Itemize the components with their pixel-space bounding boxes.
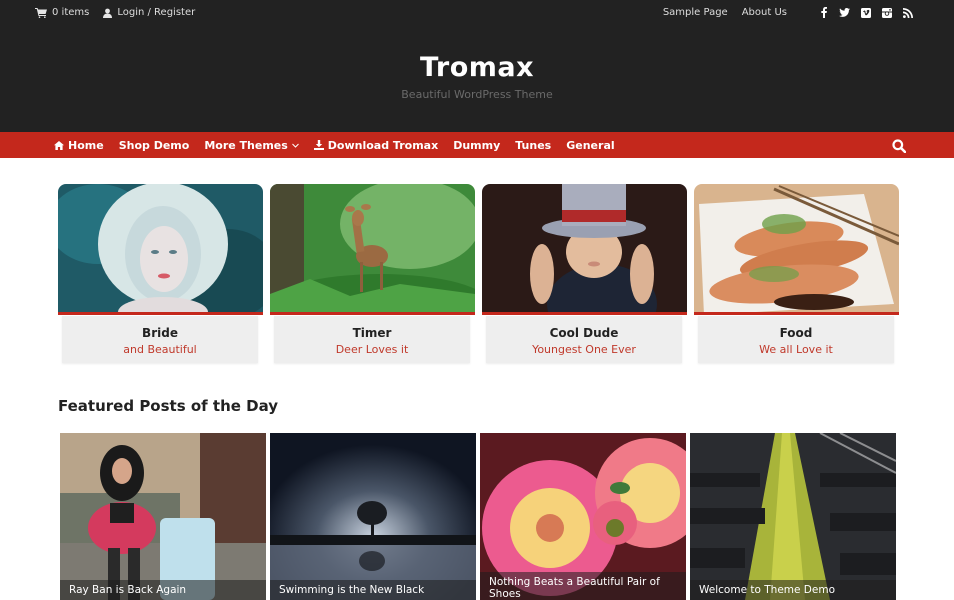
- feature-card-title[interactable]: Bride: [62, 326, 258, 340]
- chevron-down-icon: [291, 143, 299, 148]
- featured-post-image: [60, 433, 266, 600]
- nav-item-tunes[interactable]: Tunes: [515, 139, 551, 152]
- featured-post-title[interactable]: Swimming is the New Black: [279, 584, 467, 596]
- featured-post[interactable]: Nothing Beats a Beautiful Pair of Shoes: [480, 433, 686, 600]
- nav-item-general[interactable]: General: [566, 139, 614, 152]
- main-navigation: Home Shop Demo More Themes Download Trom…: [0, 132, 954, 158]
- cart-link[interactable]: 0 items: [35, 7, 89, 18]
- site-title[interactable]: Tromax: [0, 52, 954, 83]
- featured-post-title[interactable]: Ray Ban is Back Again: [69, 584, 257, 596]
- feature-card-timer[interactable]: Timer Deer Loves it: [270, 184, 475, 364]
- search-button[interactable]: [892, 138, 907, 157]
- site-tagline: Beautiful WordPress Theme: [401, 88, 553, 101]
- feature-cards: Bride and Beautiful Timer Deer Loves it …: [58, 184, 899, 366]
- rss-icon[interactable]: [897, 7, 918, 18]
- featured-post-title[interactable]: Nothing Beats a Beautiful Pair of Shoes: [489, 576, 677, 600]
- nav-item-label: More Themes: [204, 138, 288, 152]
- featured-post-title[interactable]: Welcome to Theme Demo: [699, 584, 887, 596]
- feature-card-food[interactable]: Food We all Love it: [694, 184, 899, 364]
- cart-count: 0 items: [52, 7, 90, 18]
- feature-card-caption: Cool Dude Youngest One Ever: [486, 316, 682, 363]
- facebook-icon[interactable]: [813, 7, 834, 18]
- nav-item-label: Shop Demo: [118, 138, 190, 152]
- feature-card-cool-dude[interactable]: Cool Dude Youngest One Ever: [482, 184, 687, 364]
- search-icon: [892, 139, 907, 154]
- feature-card-subtitle: and Beautiful: [123, 343, 197, 356]
- featured-post-caption: Welcome to Theme Demo: [690, 580, 896, 600]
- feature-card-title[interactable]: Timer: [274, 326, 470, 340]
- featured-posts: Ray Ban is Back Again Swimming is the Ne…: [60, 433, 898, 600]
- about-us-link[interactable]: About Us: [742, 7, 787, 18]
- featured-post-image: [690, 433, 896, 600]
- nav-item-dummy[interactable]: Dummy: [453, 139, 500, 152]
- top-bar: 0 items Login / Register Sample Page Abo…: [0, 0, 954, 28]
- download-icon: [313, 140, 324, 150]
- login-register-link[interactable]: Login / Register: [103, 7, 195, 18]
- featured-post-image: [270, 433, 476, 600]
- nav-item-label: Home: [68, 138, 104, 152]
- feature-card-subtitle: We all Love it: [759, 343, 833, 356]
- cart-icon: [35, 7, 47, 18]
- featured-post[interactable]: Swimming is the New Black: [270, 433, 476, 600]
- nav-item-more-themes[interactable]: More Themes: [204, 138, 299, 152]
- feature-card-caption: Food We all Love it: [698, 316, 894, 363]
- feature-card-bride[interactable]: Bride and Beautiful: [58, 184, 263, 364]
- sample-page-link[interactable]: Sample Page: [663, 7, 728, 18]
- feature-card-image[interactable]: [58, 184, 263, 315]
- feature-card-caption: Bride and Beautiful: [62, 316, 258, 363]
- user-icon: [103, 8, 113, 18]
- feature-card-image[interactable]: [482, 184, 687, 315]
- feature-card-caption: Timer Deer Loves it: [274, 316, 470, 363]
- featured-posts-heading: Featured Posts of the Day: [58, 397, 279, 415]
- featured-post[interactable]: Ray Ban is Back Again: [60, 433, 266, 600]
- featured-post-caption: Ray Ban is Back Again: [60, 580, 266, 600]
- vimeo-icon[interactable]: [855, 7, 876, 18]
- nav-item-label: Tunes: [515, 138, 552, 152]
- nav-item-label: Download Tromax: [327, 138, 439, 152]
- nav-item-label: Dummy: [453, 138, 501, 152]
- twitter-icon[interactable]: [834, 8, 855, 17]
- featured-post-caption: Nothing Beats a Beautiful Pair of Shoes: [480, 572, 686, 600]
- social-links: [813, 7, 918, 18]
- site-header: 0 items Login / Register Sample Page Abo…: [0, 0, 954, 132]
- instagram-icon[interactable]: [876, 7, 897, 18]
- login-register-label: Login / Register: [117, 7, 196, 18]
- nav-item-download-tromax[interactable]: Download Tromax: [313, 138, 439, 152]
- feature-card-title[interactable]: Cool Dude: [486, 326, 682, 340]
- feature-card-title[interactable]: Food: [698, 326, 894, 340]
- nav-item-shop-demo[interactable]: Shop Demo: [119, 139, 190, 152]
- featured-post-caption: Swimming is the New Black: [270, 580, 476, 600]
- feature-card-subtitle: Youngest One Ever: [532, 343, 636, 356]
- feature-card-image[interactable]: [694, 184, 899, 315]
- nav-item-home[interactable]: Home: [54, 139, 104, 152]
- nav-item-label: General: [566, 138, 615, 152]
- feature-card-subtitle: Deer Loves it: [335, 343, 409, 356]
- featured-post[interactable]: Welcome to Theme Demo: [690, 433, 896, 600]
- home-icon: [54, 140, 64, 150]
- feature-card-image[interactable]: [270, 184, 475, 315]
